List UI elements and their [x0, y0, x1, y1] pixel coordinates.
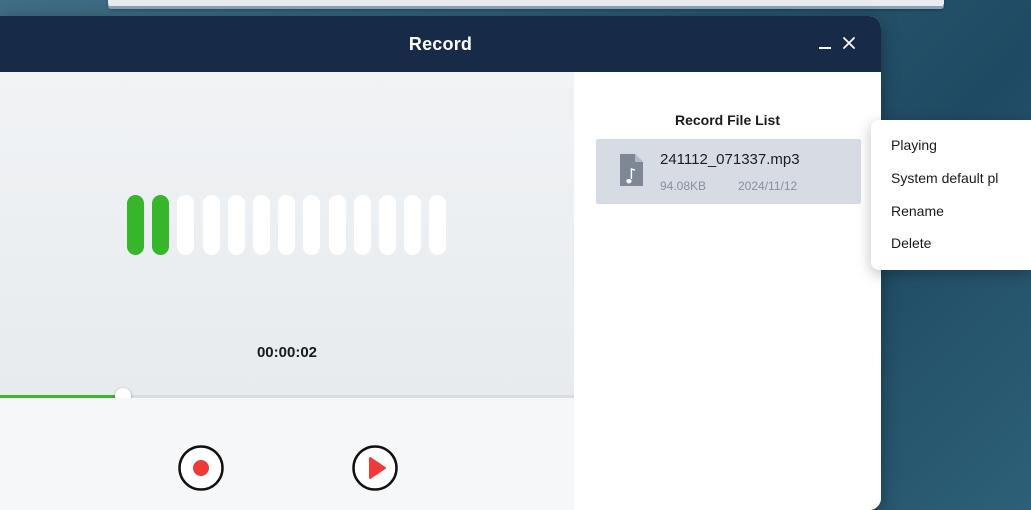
level-bar	[278, 195, 296, 255]
level-bar	[227, 195, 245, 255]
close-icon	[843, 37, 855, 49]
close-button[interactable]	[840, 34, 858, 52]
level-bar-active	[127, 195, 144, 255]
level-bar	[429, 195, 447, 255]
file-date: 2024/11/12	[738, 179, 798, 193]
level-bar	[328, 195, 346, 255]
record-button[interactable]	[178, 445, 224, 491]
title-bar: Record	[0, 16, 881, 72]
playback-controls	[0, 398, 574, 510]
menu-item-delete[interactable]: Delete	[891, 235, 931, 251]
record-window: Record 00:00:02 Record File List 241112_…	[0, 16, 881, 510]
file-list-panel: Record File List 241112_071337.mp3 94.08…	[574, 72, 881, 510]
level-meter-area: 00:00:02	[0, 72, 574, 395]
level-bar-active	[152, 195, 170, 255]
file-context-menu: Playing System default pl Rename Delete	[871, 120, 1031, 270]
file-size: 94.08KB	[660, 179, 707, 193]
level-bar	[404, 195, 422, 255]
play-button[interactable]	[352, 445, 398, 491]
background-window-edge	[108, 0, 944, 9]
recorder-panel: 00:00:02	[0, 72, 574, 510]
level-bar	[177, 195, 195, 255]
level-bar	[202, 195, 220, 255]
play-icon	[352, 445, 398, 491]
file-list-title: Record File List	[674, 112, 781, 128]
minimize-button[interactable]	[816, 34, 834, 52]
menu-item-rename[interactable]: Rename	[891, 203, 944, 219]
record-icon	[178, 445, 224, 491]
level-bar	[379, 195, 396, 255]
file-name: 241112_071337.mp3	[660, 151, 800, 168]
level-bar	[353, 195, 371, 255]
window-title: Record	[408, 34, 473, 54]
menu-item-system-default-player[interactable]: System default pl	[891, 170, 998, 186]
level-bar	[303, 195, 321, 255]
menu-item-playing[interactable]: Playing	[891, 137, 937, 153]
level-bar	[253, 195, 270, 255]
music-file-icon	[620, 154, 643, 186]
file-list-item[interactable]: 241112_071337.mp3 94.08KB 2024/11/12	[596, 139, 861, 204]
record-timer: 00:00:02	[256, 344, 318, 361]
